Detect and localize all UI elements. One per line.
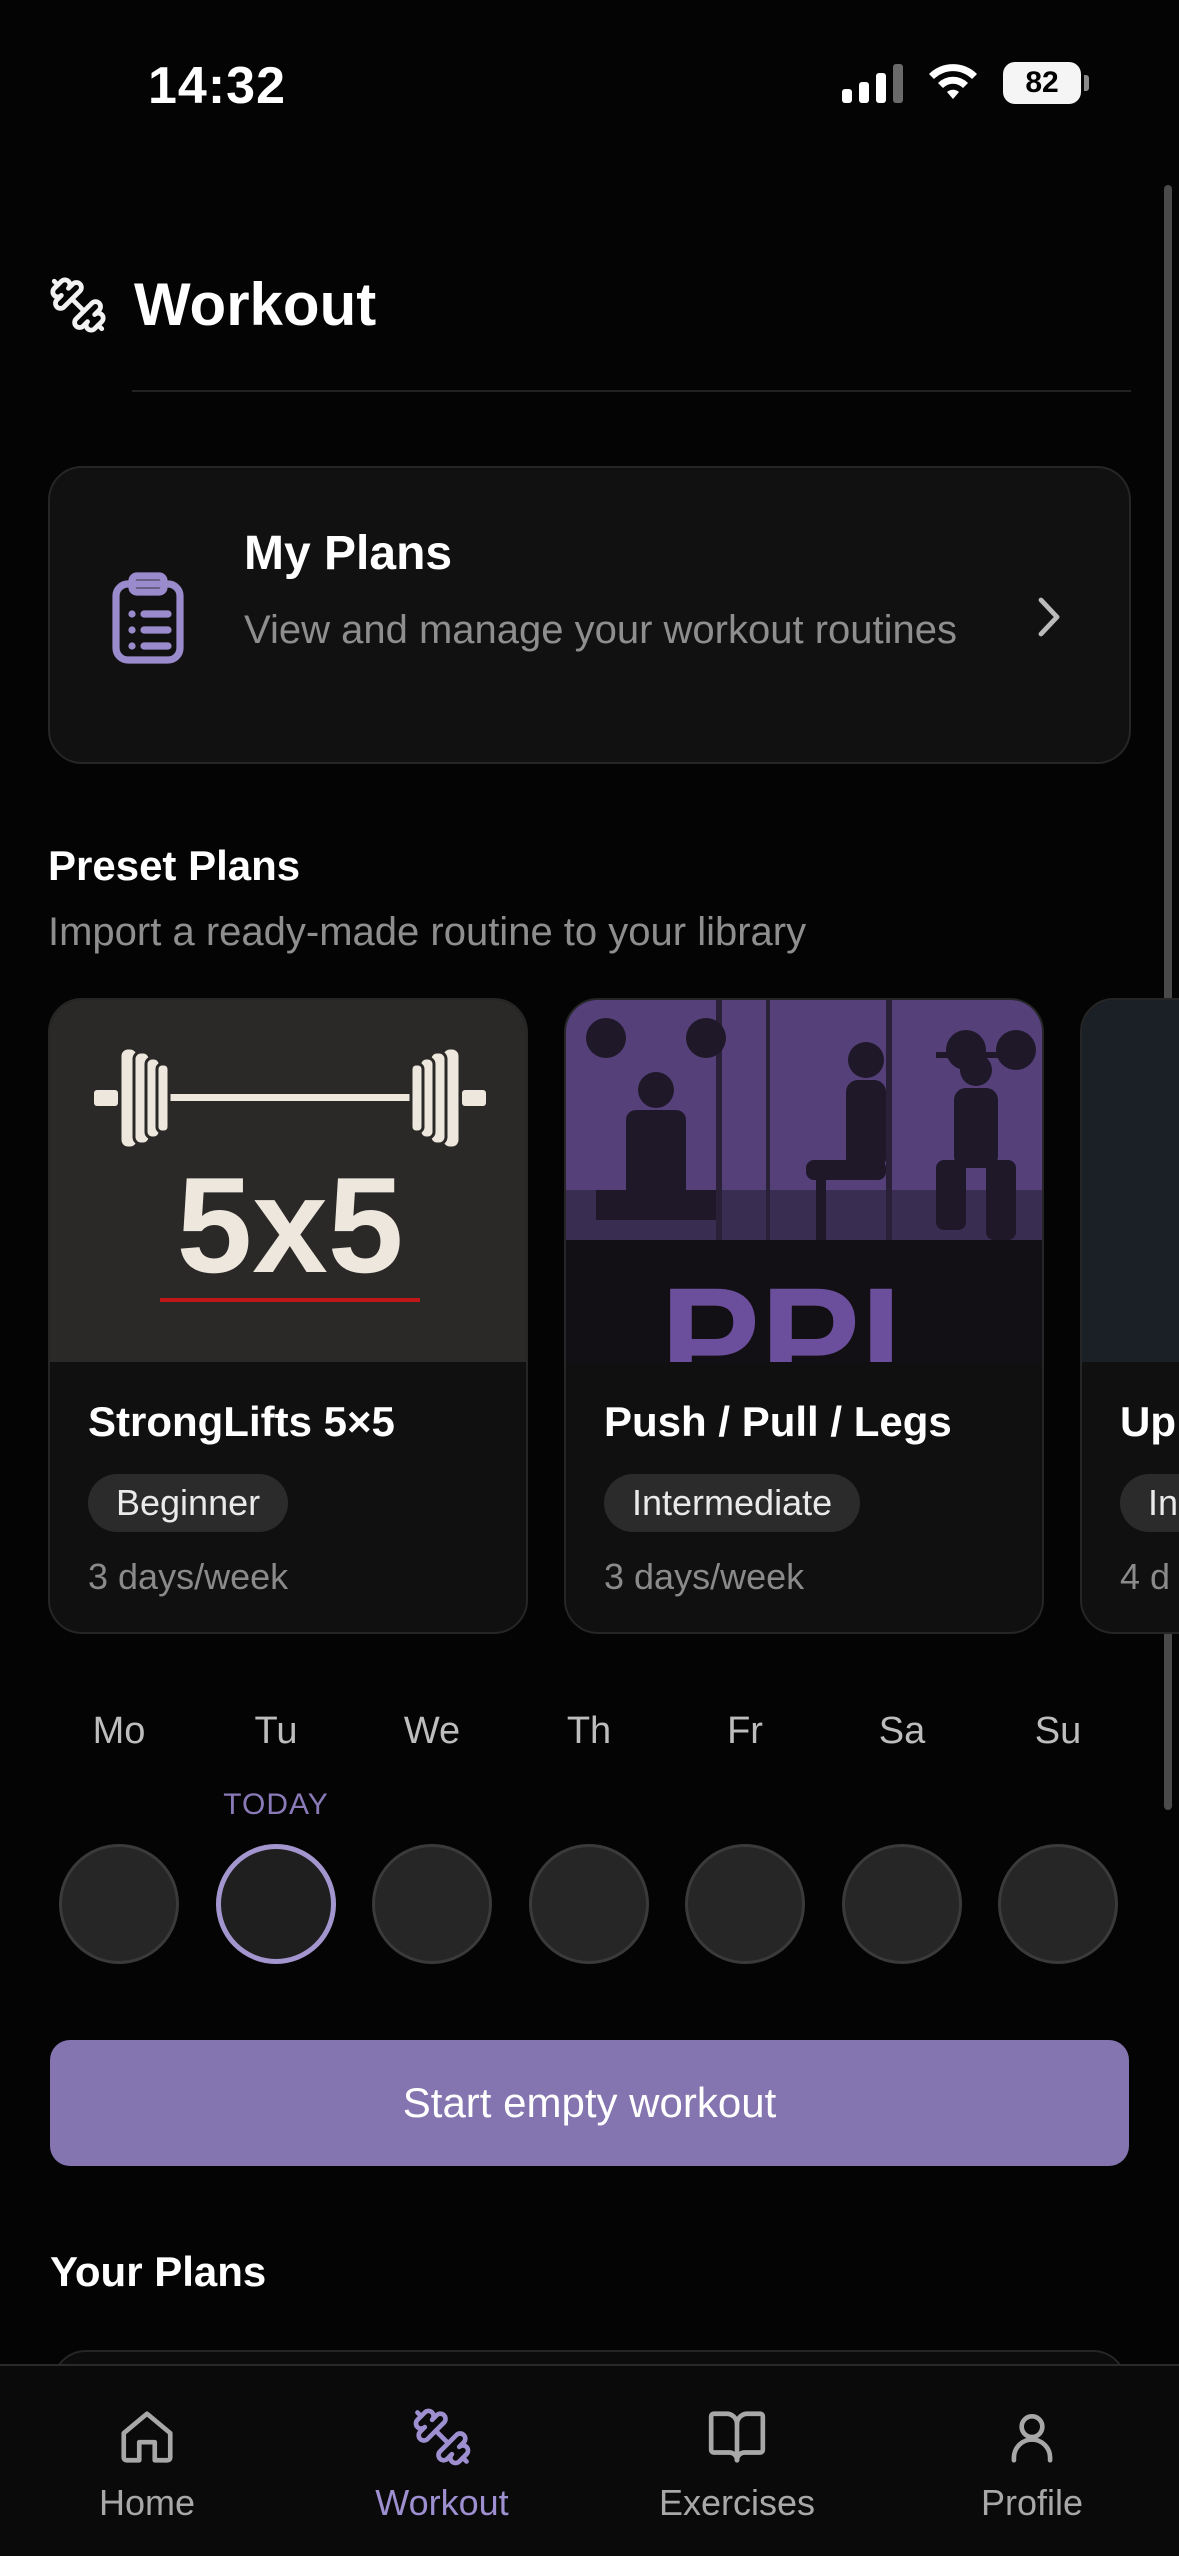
day-circle[interactable] — [529, 1844, 649, 1964]
battery-icon: 82 — [1003, 62, 1089, 104]
preset-frequency: 3 days/week — [88, 1556, 289, 1597]
day-label: Mo — [92, 1710, 146, 1752]
preset-plans-subtitle: Import a ready-made routine to your libr… — [48, 910, 807, 954]
tab-label: Home — [98, 2482, 196, 2523]
preset-plans-title: Preset Plans — [48, 842, 301, 889]
day-circle[interactable] — [842, 1844, 962, 1964]
day-fr[interactable]: Fr — [685, 1710, 805, 1964]
tab-exercises[interactable]: Exercises — [617, 2406, 857, 2524]
preset-card-ppl[interactable]: PPL Push / Pull / Legs Intermediate 3 da… — [564, 998, 1044, 1634]
ppl-image: PPL — [566, 1000, 1042, 1362]
wifi-icon — [929, 64, 977, 99]
preset-plans-carousel[interactable]: 5x5 StrongLifts 5×5 Beginner 3 days/week — [48, 998, 1179, 1634]
preset-card-partial[interactable]: Up In 4 d — [1080, 998, 1179, 1634]
day-we[interactable]: We — [372, 1710, 492, 1964]
chevron-right-icon — [1038, 597, 1060, 637]
level-badge: Beginner — [88, 1474, 289, 1532]
ppl-image-text: PPL — [660, 1256, 952, 1362]
level-badge: Intermediate — [604, 1474, 861, 1532]
page-header: Workout — [48, 270, 376, 339]
dumbbell-icon — [413, 2408, 471, 2466]
tab-home[interactable]: Home — [27, 2406, 267, 2524]
battery-level: 82 — [1025, 66, 1059, 99]
day-label: We — [403, 1710, 461, 1752]
day-su[interactable]: Su — [998, 1710, 1118, 1964]
day-label: Tu — [254, 1710, 298, 1752]
my-plans-subtitle: View and manage your workout routines — [244, 608, 958, 652]
tab-workout[interactable]: Workout — [322, 2406, 562, 2524]
preset-card-stronglifts[interactable]: 5x5 StrongLifts 5×5 Beginner 3 days/week — [48, 998, 528, 1634]
stronglifts-image: 5x5 — [50, 1000, 526, 1362]
preset-image — [1082, 1000, 1179, 1362]
your-plans-title: Your Plans — [50, 2248, 267, 2295]
tab-label: Workout — [375, 2482, 509, 2523]
book-open-icon — [708, 2411, 766, 2463]
tab-profile[interactable]: Profile — [912, 2406, 1152, 2524]
dumbbell-icon — [50, 276, 106, 333]
preset-frequency: 4 d — [1120, 1556, 1171, 1597]
level-badge: In — [1120, 1474, 1179, 1532]
tab-bar: Home Workout Exercises Profile — [0, 2364, 1179, 2556]
day-label: Sa — [878, 1710, 926, 1752]
day-tu[interactable]: Tu TODAY — [216, 1710, 336, 1964]
gym-silhouette-icon: PPL — [566, 1000, 1042, 1362]
day-circle[interactable] — [59, 1844, 179, 1964]
today-label: TODAY — [223, 1788, 329, 1821]
day-th[interactable]: Th — [529, 1710, 649, 1964]
stronglifts-image-text: 5x5 — [177, 1149, 404, 1301]
day-sa[interactable]: Sa — [842, 1710, 962, 1964]
week-selector: Mo Tu TODAY We Th Fr Sa Su — [48, 1710, 1131, 1970]
header-divider — [132, 390, 1131, 392]
tab-label: Exercises — [658, 2482, 816, 2523]
preset-name: Push / Pull / Legs — [604, 1398, 952, 1445]
preset-frequency: 3 days/week — [604, 1556, 805, 1597]
day-circle[interactable] — [998, 1844, 1118, 1964]
start-empty-workout-button[interactable]: Start empty workout — [50, 2040, 1129, 2166]
day-circle-today[interactable] — [216, 1844, 336, 1964]
preset-name: Up — [1120, 1398, 1176, 1445]
home-icon — [121, 2411, 173, 2463]
barbell-icon: 5x5 — [94, 1046, 486, 1302]
day-mo[interactable]: Mo — [59, 1710, 179, 1964]
clipboard-list-icon — [112, 572, 184, 664]
day-circle[interactable] — [372, 1844, 492, 1964]
day-label: Su — [1034, 1710, 1082, 1752]
day-label: Th — [566, 1710, 612, 1752]
my-plans-title: My Plans — [244, 527, 453, 580]
tab-label: Profile — [980, 2482, 1084, 2523]
status-time: 14:32 — [148, 57, 286, 115]
status-bar: 14:32 82 — [0, 0, 1179, 170]
day-circle[interactable] — [685, 1844, 805, 1964]
my-plans-card[interactable]: My Plans View and manage your workout ro… — [48, 466, 1131, 764]
status-icons: 82 — [842, 62, 1089, 104]
cellular-signal-icon — [842, 63, 903, 103]
user-icon — [1011, 2414, 1053, 2463]
page-title: Workout — [134, 271, 377, 338]
day-label: Fr — [727, 1710, 763, 1752]
preset-name: StrongLifts 5×5 — [88, 1398, 395, 1445]
